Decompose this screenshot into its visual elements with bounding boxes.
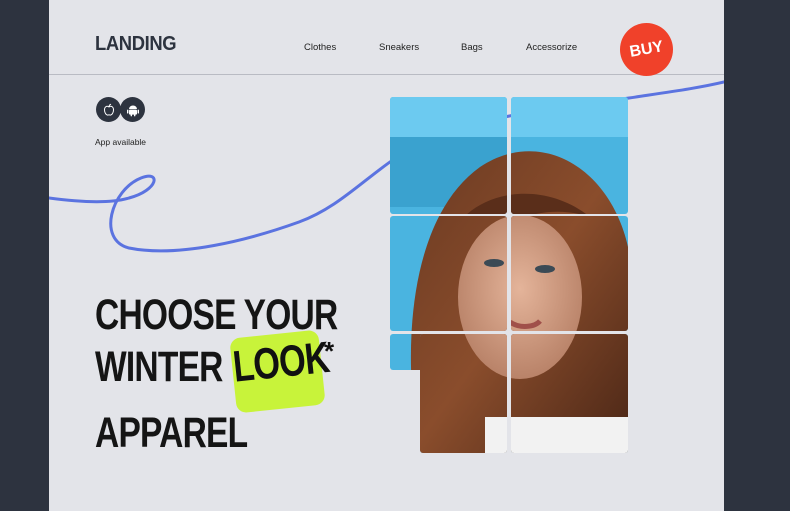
nav-item-accessorize[interactable]: Accessorize [526,42,577,53]
photo-tile [511,334,628,453]
photo-tile [420,334,507,453]
hero-line-3: APPAREL [95,409,248,457]
photo-tile [390,216,507,331]
photo-tile [511,97,628,214]
hero-asterisk: * [324,336,335,366]
hero-photo-mosaic [390,97,628,453]
nav-item-sneakers[interactable]: Sneakers [379,42,419,53]
landing-page: LANDING Clothes Sneakers Bags Accessoriz… [49,0,724,511]
hero-highlight-word: LOOK [230,332,332,392]
site-header: LANDING Clothes Sneakers Bags Accessoriz… [49,0,724,81]
photo-tile [511,216,628,331]
nav-item-bags[interactable]: Bags [461,42,483,53]
photo-tile [390,97,507,214]
android-icon[interactable] [120,97,145,122]
apple-icon[interactable] [96,97,121,122]
hero-line-2: WINTER [95,343,223,391]
nav-item-clothes[interactable]: Clothes [304,42,336,53]
logo[interactable]: LANDING [95,33,177,56]
app-available-label: App available [95,137,147,147]
buy-button[interactable]: BUY [615,18,678,81]
